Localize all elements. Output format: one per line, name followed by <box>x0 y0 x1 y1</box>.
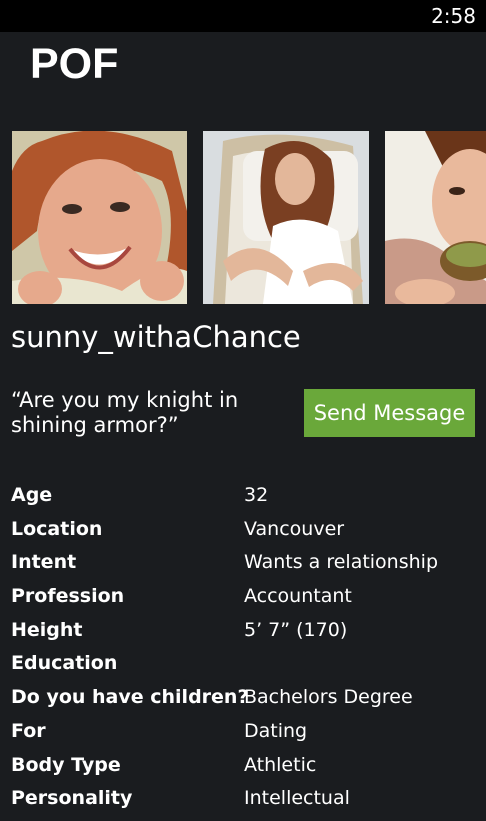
detail-value: 32 <box>244 484 269 506</box>
profile-photo-3-image <box>385 131 486 304</box>
detail-label: Do you have children? <box>11 686 249 709</box>
profile-photo-3[interactable] <box>385 131 486 304</box>
detail-label: For <box>11 719 46 742</box>
detail-label: Profession <box>11 585 125 608</box>
status-time: 2:58 <box>431 4 476 28</box>
detail-value: Wants a relationship <box>244 551 439 574</box>
detail-label: Personality <box>11 787 133 810</box>
detail-row-personality: Personality Intellectual <box>11 787 481 821</box>
detail-label: Education <box>11 652 118 675</box>
profile-tagline: “Are you my knight in shining armor?” <box>11 388 239 437</box>
profile-photo-1[interactable] <box>12 131 187 304</box>
detail-row-children: Do you have children? Bachelors Degree <box>11 686 481 720</box>
detail-label: Body Type <box>11 753 121 776</box>
profile-username: sunny_withaChance <box>11 320 301 354</box>
detail-row-profession: Profession Accountant <box>11 585 481 619</box>
detail-row-intent: Intent Wants a relationship <box>11 551 481 585</box>
detail-row-age: Age 32 <box>11 484 481 518</box>
detail-value: Intellectual <box>244 787 350 810</box>
profile-photo-1-image <box>12 131 187 304</box>
detail-row-education: Education <box>11 652 481 686</box>
profile-details-list: Age 32 Location Vancouver Intent Wants a… <box>11 484 481 821</box>
detail-row-for: For Dating <box>11 720 481 754</box>
status-bar: 2:58 <box>0 0 486 32</box>
detail-label: Height <box>11 618 83 641</box>
profile-photo-2-image <box>203 131 369 304</box>
detail-value: Bachelors Degree <box>244 686 413 709</box>
detail-row-location: Location Vancouver <box>11 518 481 552</box>
app-title: POF <box>30 40 119 88</box>
detail-value: Accountant <box>244 585 352 608</box>
detail-row-body-type: Body Type Athletic <box>11 754 481 788</box>
send-message-button[interactable]: Send Message <box>304 389 475 437</box>
detail-value: Vancouver <box>244 517 345 540</box>
detail-value: 5’ 7” (170) <box>244 618 348 641</box>
detail-label: Intent <box>11 551 77 574</box>
detail-row-height: Height 5’ 7” (170) <box>11 619 481 653</box>
profile-photo-2[interactable] <box>203 131 369 304</box>
detail-label: Age <box>11 484 53 506</box>
detail-value: Dating <box>244 719 308 742</box>
detail-value: Athletic <box>244 753 317 776</box>
detail-label: Location <box>11 517 103 540</box>
